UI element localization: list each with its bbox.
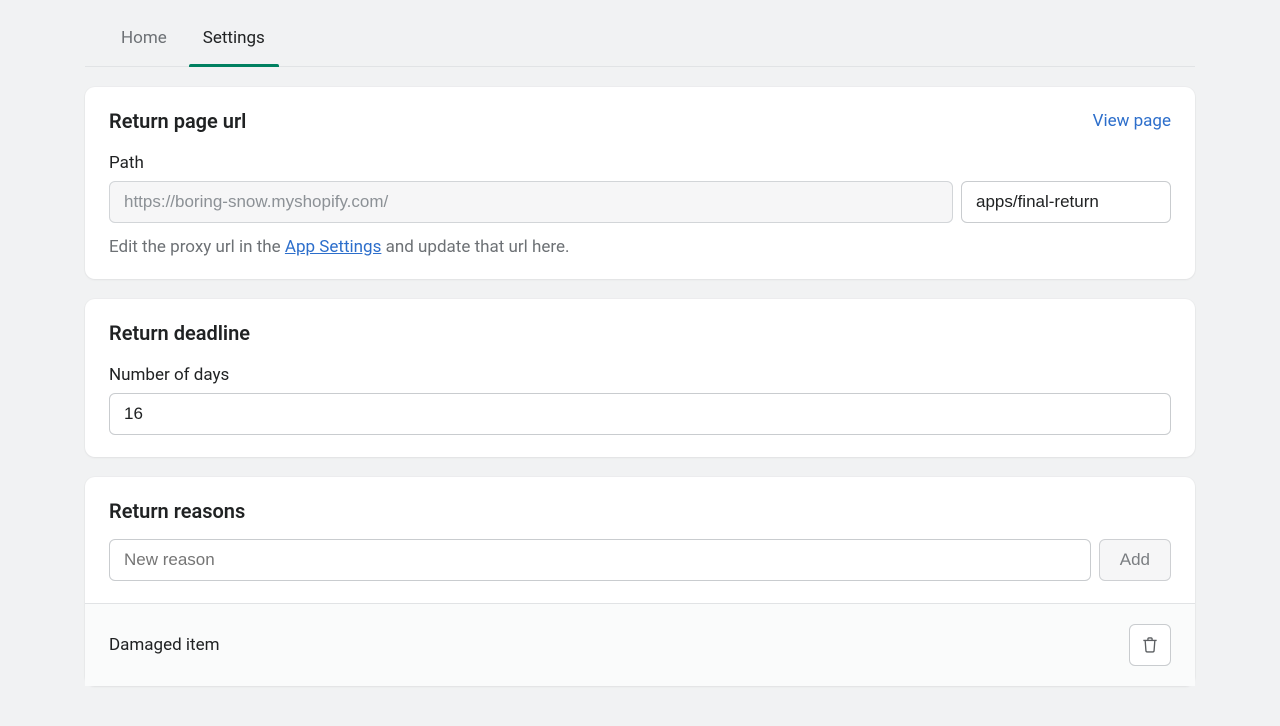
add-reason-button[interactable]: Add — [1099, 539, 1171, 581]
base-url-field — [109, 181, 953, 223]
reason-list: Damaged item — [85, 603, 1195, 686]
return-reasons-card: Return reasons Add Damaged item — [85, 477, 1195, 686]
path-label: Path — [109, 153, 1171, 173]
new-reason-input[interactable] — [109, 539, 1091, 581]
return-reasons-title: Return reasons — [109, 499, 245, 523]
view-page-link[interactable]: View page — [1093, 111, 1171, 131]
return-deadline-card: Return deadline Number of days — [85, 299, 1195, 457]
path-input[interactable] — [961, 181, 1171, 223]
return-page-url-title: Return page url — [109, 109, 246, 133]
tabs: Home Settings — [85, 0, 1195, 67]
proxy-help-text: Edit the proxy url in the App Settings a… — [109, 237, 1171, 257]
days-input[interactable] — [109, 393, 1171, 435]
days-label: Number of days — [109, 365, 1171, 385]
tab-settings[interactable]: Settings — [199, 18, 269, 66]
delete-reason-button[interactable] — [1129, 624, 1171, 666]
reason-label: Damaged item — [109, 635, 220, 655]
help-prefix: Edit the proxy url in the — [109, 237, 285, 257]
reason-item: Damaged item — [85, 603, 1195, 686]
help-suffix: and update that url here. — [381, 237, 569, 257]
trash-icon — [1140, 635, 1160, 655]
app-settings-link[interactable]: App Settings — [285, 237, 381, 257]
tab-home[interactable]: Home — [117, 18, 171, 66]
return-deadline-title: Return deadline — [109, 321, 250, 345]
return-page-url-card: Return page url View page Path Edit the … — [85, 87, 1195, 279]
